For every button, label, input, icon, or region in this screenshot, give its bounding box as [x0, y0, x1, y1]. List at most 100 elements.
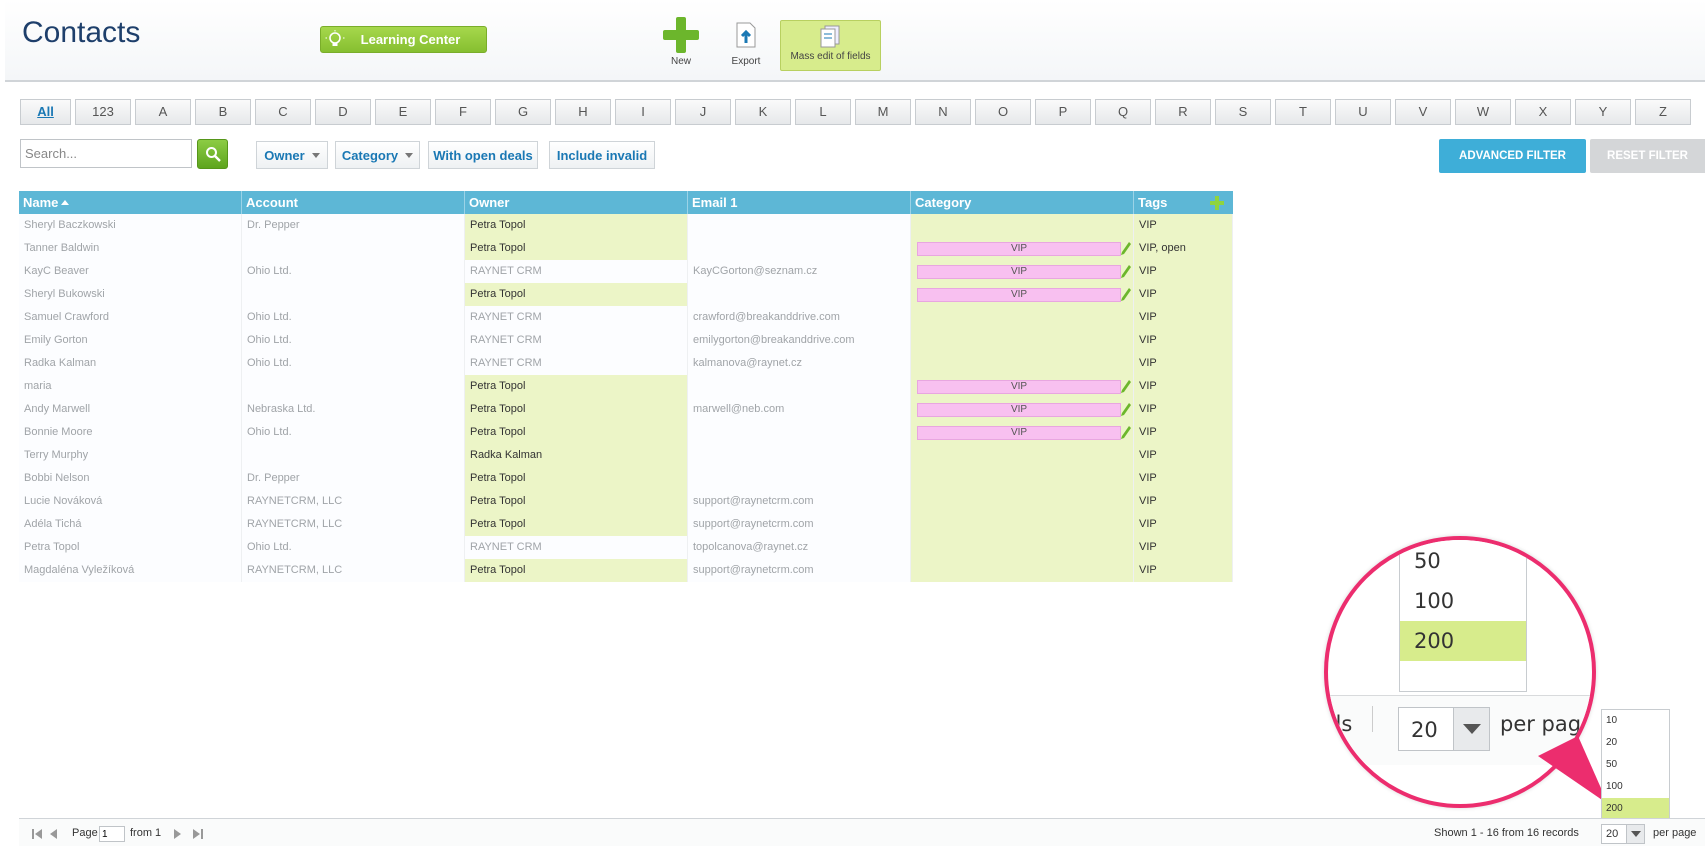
alphabet-letter-g[interactable]: G [495, 99, 551, 125]
per-page-option-200[interactable]: 200 [1602, 798, 1669, 820]
table-row[interactable]: Radka Kalman Ohio Ltd. RAYNET CRM kalmanova… [19, 352, 1233, 375]
alphabet-letter-i[interactable]: I [615, 99, 671, 125]
alphabet-letter-x[interactable]: X [1515, 99, 1571, 125]
alphabet-letter-e[interactable]: E [375, 99, 431, 125]
table-row[interactable]: Lucie Nováková RAYNETCRM, LLC Petra Topol s… [19, 490, 1233, 513]
owner-cell: Petra Topol [465, 559, 688, 582]
search-button[interactable] [197, 139, 228, 169]
table-row[interactable]: Petra Topol Ohio Ltd. RAYNET CRM topolcanov… [19, 536, 1233, 559]
open-deals-filter-button[interactable]: With open deals [428, 141, 538, 169]
add-column-button[interactable] [1201, 191, 1233, 214]
alphabet-letter-s[interactable]: S [1215, 99, 1271, 125]
alphabet-letter-p[interactable]: P [1035, 99, 1091, 125]
alphabet-letter-b[interactable]: B [195, 99, 251, 125]
table-row[interactable]: KayC Beaver Ohio Ltd. RAYNET CRM KayCGorton… [19, 260, 1233, 283]
export-button[interactable]: Export [714, 14, 778, 72]
first-page-icon[interactable] [32, 829, 44, 839]
alphabet-letter-w[interactable]: W [1455, 99, 1511, 125]
include-invalid-button[interactable]: Include invalid [549, 141, 655, 169]
table-row[interactable]: Terry Murphy Radka Kalman VIP [19, 444, 1233, 467]
table-row[interactable]: Magdaléna Vyležíková RAYNETCRM, LLC Petra … [19, 559, 1233, 582]
column-header-email[interactable]: Email 1 [688, 191, 911, 214]
category-cell [911, 513, 1134, 536]
contact-name-cell[interactable]: Bonnie Moore [19, 421, 242, 444]
alphabet-letter-a[interactable]: A [135, 99, 191, 125]
per-page-option-50[interactable]: 50 [1602, 754, 1669, 776]
table-row[interactable]: Bobbi Nelson Dr. Pepper Petra Topol VIP [19, 467, 1233, 490]
alphabet-letter-h[interactable]: H [555, 99, 611, 125]
contact-name-cell[interactable]: Lucie Nováková [19, 490, 242, 513]
alphabet-letter-f[interactable]: F [435, 99, 491, 125]
page-number-input[interactable] [99, 826, 125, 842]
pencil-icon[interactable] [1121, 426, 1131, 439]
alphabet-letter-c[interactable]: C [255, 99, 311, 125]
table-row[interactable]: Samuel Crawford Ohio Ltd. RAYNET CRM crawfo… [19, 306, 1233, 329]
contact-name-cell[interactable]: Bobbi Nelson [19, 467, 242, 490]
table-row[interactable]: Adéla Tichá RAYNETCRM, LLC Petra Topol supp… [19, 513, 1233, 536]
contact-name-cell[interactable]: KayC Beaver [19, 260, 242, 283]
contact-name-cell[interactable]: Magdaléna Vyležíková [19, 559, 242, 582]
column-header-owner[interactable]: Owner [465, 191, 688, 214]
contact-name-cell[interactable]: Emily Gorton [19, 329, 242, 352]
table-row[interactable]: Emily Gorton Ohio Ltd. RAYNET CRM emilygort… [19, 329, 1233, 352]
column-header-name[interactable]: Name [19, 191, 242, 214]
per-page-option-10[interactable]: 10 [1602, 710, 1669, 732]
contact-name-cell[interactable]: maria [19, 375, 242, 398]
alphabet-letter-q[interactable]: Q [1095, 99, 1151, 125]
alphabet-letter-r[interactable]: R [1155, 99, 1211, 125]
search-input[interactable] [20, 139, 192, 168]
per-page-select[interactable]: 20 [1601, 824, 1645, 844]
alphabet-letter-y[interactable]: Y [1575, 99, 1631, 125]
alphabet-letter-d[interactable]: D [315, 99, 371, 125]
pencil-icon[interactable] [1121, 242, 1131, 255]
alphabet-letter-k[interactable]: K [735, 99, 791, 125]
learning-center-button[interactable]: Learning Center [320, 26, 487, 53]
contact-name-cell[interactable]: Tanner Baldwin [19, 237, 242, 260]
alphabet-letter-j[interactable]: J [675, 99, 731, 125]
alphabet-letter-v[interactable]: V [1395, 99, 1451, 125]
pencil-icon[interactable] [1121, 265, 1131, 278]
contact-name-cell[interactable]: Terry Murphy [19, 444, 242, 467]
contact-name-cell[interactable]: Andy Marwell [19, 398, 242, 421]
contact-name-cell[interactable]: Sheryl Baczkowski [19, 214, 242, 237]
last-page-icon[interactable] [191, 829, 203, 839]
alphabet-letter-123[interactable]: 123 [75, 99, 131, 125]
alphabet-letter-l[interactable]: L [795, 99, 851, 125]
alphabet-letter-all[interactable]: All [20, 99, 71, 125]
contact-name-cell[interactable]: Sheryl Bukowski [19, 283, 242, 306]
owner-filter-button[interactable]: Owner [256, 141, 328, 169]
new-button[interactable]: New [649, 14, 713, 72]
alphabet-letter-z[interactable]: Z [1635, 99, 1691, 125]
category-filter-button[interactable]: Category [335, 141, 420, 169]
alphabet-letter-m[interactable]: M [855, 99, 911, 125]
table-row[interactable]: Sheryl Baczkowski Dr. Pepper Petra Topol VI… [19, 214, 1233, 237]
column-header-category[interactable]: Category [911, 191, 1134, 214]
table-row[interactable]: Sheryl Bukowski Petra Topol VIP VIP [19, 283, 1233, 306]
pencil-icon[interactable] [1121, 403, 1131, 416]
alphabet-letter-n[interactable]: N [915, 99, 971, 125]
table-row[interactable]: Tanner Baldwin Petra Topol VIP VIP, open [19, 237, 1233, 260]
column-header-account[interactable]: Account [242, 191, 465, 214]
pencil-icon[interactable] [1121, 380, 1131, 393]
alphabet-letter-o[interactable]: O [975, 99, 1031, 125]
pencil-icon[interactable] [1121, 288, 1131, 301]
contact-name-cell[interactable]: Samuel Crawford [19, 306, 242, 329]
previous-page-icon[interactable] [50, 829, 58, 839]
per-page-option-20[interactable]: 20 [1602, 732, 1669, 754]
advanced-filter-button[interactable]: ADVANCED FILTER [1439, 139, 1586, 173]
table-row[interactable]: Bonnie Moore Ohio Ltd. Petra Topol VIP VIP [19, 421, 1233, 444]
reset-filter-button[interactable]: RESET FILTER [1590, 139, 1705, 173]
mass-edit-button[interactable]: Mass edit of fields [780, 20, 881, 71]
column-header-tags[interactable]: Tags [1134, 191, 1210, 214]
alphabet-letter-t[interactable]: T [1275, 99, 1331, 125]
next-page-icon[interactable] [173, 829, 181, 839]
table-row[interactable]: Andy Marwell Nebraska Ltd. Petra Topol marw… [19, 398, 1233, 421]
account-cell: Ohio Ltd. [242, 421, 465, 444]
table-row[interactable]: maria Petra Topol VIP VIP [19, 375, 1233, 398]
page-label: Page [72, 827, 98, 839]
contact-name-cell[interactable]: Adéla Tichá [19, 513, 242, 536]
contact-name-cell[interactable]: Radka Kalman [19, 352, 242, 375]
alphabet-letter-u[interactable]: U [1335, 99, 1391, 125]
per-page-option-100[interactable]: 100 [1602, 776, 1669, 798]
contact-name-cell[interactable]: Petra Topol [19, 536, 242, 559]
